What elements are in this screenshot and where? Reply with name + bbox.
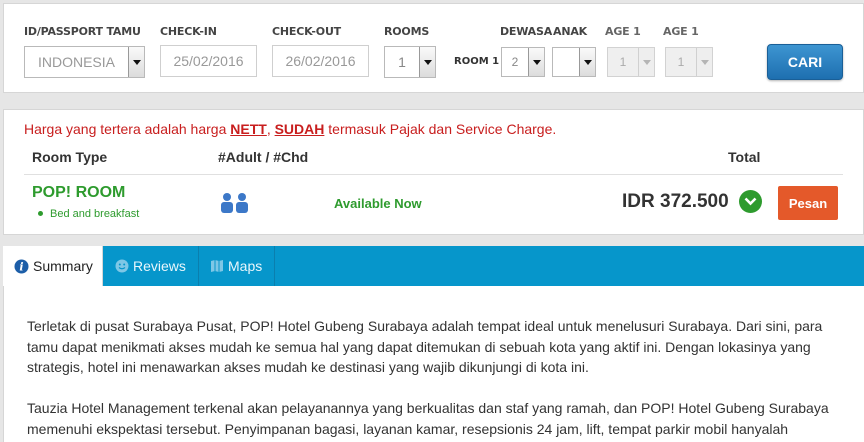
passport-value: INDONESIA — [37, 54, 115, 70]
age1-value: 1 — [619, 55, 627, 69]
summary-paragraph-2: Tauzia Hotel Management terkenal akan pe… — [27, 400, 829, 437]
search-button[interactable]: CARI — [767, 44, 843, 80]
book-button[interactable]: Pesan — [778, 186, 838, 220]
passport-select[interactable]: INDONESIA — [24, 46, 145, 78]
age1-label: AGE 1 — [605, 25, 641, 38]
room-meal: Bed and breakfast — [38, 208, 139, 220]
age2-select[interactable]: 1 — [665, 47, 713, 77]
search-panel: ID/PASSPORT TAMU INDONESIA CHECK-IN 25/0… — [3, 3, 864, 93]
adult-value: 2 — [511, 55, 519, 69]
summary-content: Terletak di pusat Surabaya Pusat, POP! H… — [3, 286, 864, 442]
col-total: Total — [728, 149, 761, 165]
chevron-down-icon — [128, 47, 144, 77]
checkin-input[interactable]: 25/02/2016 — [160, 45, 257, 77]
room-price: IDR 372.500 — [622, 191, 729, 212]
room-name: POP! ROOM — [32, 184, 126, 201]
chevron-down-icon — [638, 48, 654, 76]
map-icon — [210, 259, 224, 273]
child-select[interactable] — [552, 47, 596, 77]
tab-summary[interactable]: i Summary — [3, 246, 103, 286]
tab-reviews[interactable]: Reviews — [103, 246, 199, 286]
chevron-down-icon — [528, 48, 544, 76]
bullet-icon — [38, 210, 43, 216]
two-persons-icon — [221, 193, 248, 213]
col-room-type: Room Type — [32, 149, 108, 165]
passport-label: ID/PASSPORT TAMU — [24, 25, 141, 38]
adult-select[interactable]: 2 — [501, 47, 545, 77]
sudah-text: SUDAH — [274, 121, 325, 137]
adult-label: DEWASA — [500, 25, 553, 38]
child-label: ANAK — [553, 25, 587, 38]
room1-label: ROOM 1 — [454, 56, 500, 67]
age2-value: 1 — [677, 55, 685, 69]
info-icon: i — [14, 259, 29, 274]
price-notice: Harga yang tertera adalah harga NETT, SU… — [24, 121, 557, 137]
results-panel: Harga yang tertera adalah harga NETT, SU… — [3, 109, 864, 235]
availability-status: Available Now — [334, 196, 422, 211]
chevron-down-icon — [579, 48, 595, 76]
chevron-down-icon — [696, 48, 712, 76]
chevron-down-icon[interactable] — [739, 190, 762, 213]
checkin-label: CHECK-IN — [160, 25, 217, 38]
col-adult-child: #Adult / #Chd — [218, 149, 309, 165]
smiley-icon — [115, 259, 129, 273]
svg-text:i: i — [19, 260, 23, 273]
summary-paragraph-1: Terletak di pusat Surabaya Pusat, POP! H… — [27, 318, 823, 375]
tab-maps[interactable]: Maps — [199, 246, 275, 286]
nett-text: NETT — [230, 121, 267, 137]
checkout-label: CHECK-OUT — [272, 25, 341, 38]
age2-label: AGE 1 — [663, 25, 699, 38]
divider — [24, 174, 843, 175]
tabs-bar: i Summary Reviews Maps — [3, 246, 864, 286]
rooms-label: ROOMS — [384, 25, 430, 38]
chevron-down-icon — [419, 47, 435, 77]
checkout-input[interactable]: 26/02/2016 — [272, 45, 369, 77]
age1-select[interactable]: 1 — [607, 47, 655, 77]
rooms-select[interactable]: 1 — [384, 46, 436, 78]
rooms-value: 1 — [398, 54, 406, 70]
